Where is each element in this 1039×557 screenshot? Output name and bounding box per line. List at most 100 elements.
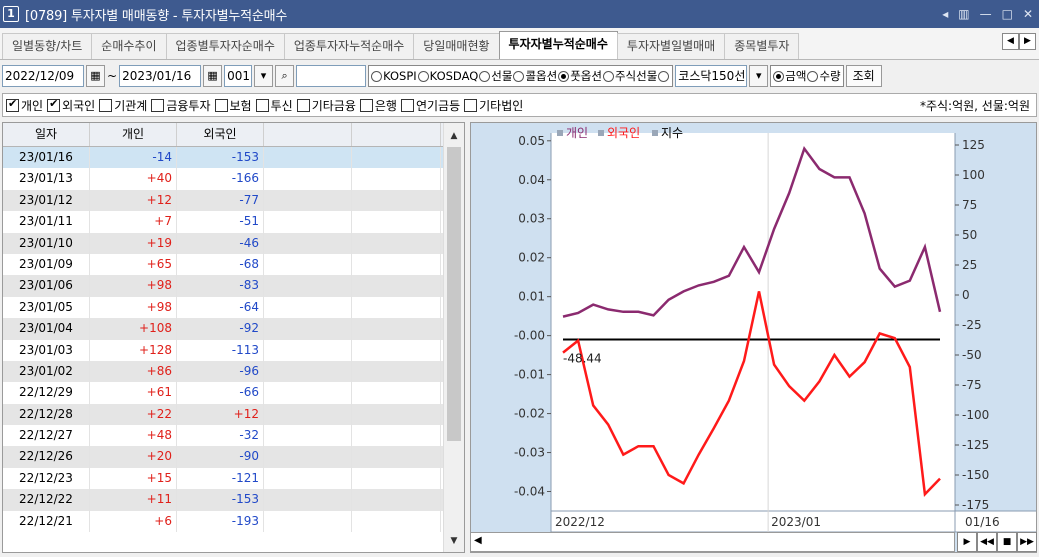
col-individual-header[interactable]: 개인 <box>90 123 177 146</box>
chart-scrollbar[interactable]: ◀ <box>470 532 955 552</box>
stop-icon[interactable]: ■ <box>997 532 1017 552</box>
table-row[interactable]: 22/12/22 +11 -153 <box>3 489 464 511</box>
cell-individual: +11 <box>90 489 177 511</box>
screen-icon[interactable]: ▥ <box>958 7 969 21</box>
table-row[interactable]: 23/01/02 +86 -96 <box>3 360 464 383</box>
table-row[interactable]: 22/12/29 +61 -66 <box>3 382 464 404</box>
radio-kosdaq[interactable]: KOSDAQ <box>417 69 478 83</box>
code-name-field[interactable] <box>296 65 367 87</box>
cell-empty <box>352 318 441 340</box>
play-icon[interactable]: ▶ <box>957 532 977 552</box>
radio-kospi[interactable]: KOSPI <box>371 69 417 83</box>
filter-financial-investment[interactable]: 금융투자 <box>151 97 211 114</box>
radio-other[interactable] <box>658 70 670 82</box>
table-row[interactable]: 22/12/21 +6 -193 <box>3 510 464 533</box>
tab-investor-daily[interactable]: 투자자별일별매매 <box>616 33 726 59</box>
tab-prev-icon[interactable]: ◀ <box>1002 33 1019 50</box>
cell-foreign: -96 <box>177 360 264 383</box>
table-row[interactable]: 22/12/26 +20 -90 <box>3 446 464 468</box>
right-tick-label: 50 <box>962 228 977 242</box>
end-date-input[interactable]: 2023/01/16 <box>119 65 202 87</box>
cell-empty <box>352 189 441 212</box>
fast-forward-icon[interactable]: ▶▶ <box>1017 532 1037 552</box>
cell-individual: +20 <box>90 446 177 468</box>
scroll-up-icon[interactable]: ▲ <box>444 127 464 145</box>
calendar-icon[interactable]: ▦ <box>203 65 223 87</box>
index-select[interactable]: 코스닥150선 <box>675 65 748 87</box>
cell-individual: +19 <box>90 232 177 254</box>
filter-individual[interactable]: 개인 <box>6 97 43 114</box>
maximize-icon[interactable]: □ <box>1002 7 1013 21</box>
filter-pension[interactable]: 연기금등 <box>400 97 460 114</box>
radio-stock-futures[interactable]: 주식선물 <box>602 68 657 84</box>
radio-call-option[interactable]: 콜옵션 <box>513 68 557 84</box>
cell-empty <box>264 446 352 468</box>
cell-foreign: -66 <box>177 382 264 404</box>
cell-empty <box>264 425 352 447</box>
code-input[interactable]: 001 <box>224 65 253 87</box>
scroll-thumb[interactable] <box>447 147 461 441</box>
radio-put-option[interactable]: 풋옵션 <box>558 68 602 84</box>
table-row[interactable]: 23/01/06 +98 -83 <box>3 275 464 297</box>
filter-other-finance[interactable]: 기타금융 <box>296 97 356 114</box>
tab-next-icon[interactable]: ▶ <box>1019 33 1036 50</box>
col-date-header[interactable]: 일자 <box>3 123 90 146</box>
cell-individual: +128 <box>90 339 177 361</box>
table-row[interactable]: 22/12/27 +48 -32 <box>3 425 464 447</box>
radio-amount[interactable]: 금액 <box>773 68 806 84</box>
radio-futures[interactable]: 선물 <box>479 68 512 84</box>
legend-label: 지수 <box>661 126 683 140</box>
table-header: 일자 개인 외국인 <box>3 123 464 147</box>
table-row[interactable]: 23/01/16 -14 -153 <box>3 147 464 169</box>
filter-other-corp[interactable]: 기타법인 <box>464 97 523 114</box>
legend-swatch <box>598 130 604 136</box>
filter-trust[interactable]: 투신 <box>255 97 293 114</box>
chevron-down-icon[interactable]: ▾ <box>749 65 769 87</box>
table-row[interactable]: 23/01/10 +19 -46 <box>3 232 464 254</box>
table-row[interactable]: 23/01/05 +98 -64 <box>3 296 464 319</box>
col-foreign-header[interactable]: 외국인 <box>177 123 264 146</box>
collapse-icon[interactable]: ◂ <box>942 7 948 21</box>
tab-daily-trend[interactable]: 일별동향/차트 <box>2 33 93 59</box>
right-tick-label: -125 <box>962 438 989 452</box>
close-icon[interactable]: ✕ <box>1023 7 1033 21</box>
cell-individual: +22 <box>90 403 177 426</box>
calendar-icon[interactable]: ▦ <box>86 65 105 87</box>
filter-foreign[interactable]: 외국인 <box>47 97 95 114</box>
tab-investor-cumulative[interactable]: 투자자별누적순매수 <box>498 31 618 59</box>
tab-stock-investor[interactable]: 종목별투자 <box>724 33 800 59</box>
table-row[interactable]: 23/01/03 +128 -113 <box>3 339 464 361</box>
col-empty-header <box>264 123 352 146</box>
cumulative-chart[interactable]: 0.05 0.04 0.03 0.02 0.01 -0.00 -0.01 -0.02 -0.03… <box>470 122 1037 553</box>
table-row[interactable]: 22/12/23 +15 -121 <box>3 467 464 490</box>
tab-net-buy-trend[interactable]: 순매수추이 <box>91 33 167 59</box>
table-row[interactable]: 23/01/09 +65 -68 <box>3 253 464 276</box>
minimize-icon[interactable]: — <box>980 7 992 21</box>
chevron-down-icon[interactable]: ▾ <box>254 65 274 87</box>
table-row[interactable]: 23/01/11 +7 -51 <box>3 211 464 233</box>
cell-empty <box>264 296 352 319</box>
tab-sector-cumulative[interactable]: 업종투자자누적순매수 <box>283 33 415 59</box>
cell-empty <box>352 147 441 169</box>
rewind-icon[interactable]: ◀◀ <box>977 532 997 552</box>
scroll-left-icon[interactable]: ◀ <box>474 535 482 546</box>
start-date-input[interactable]: 2022/12/09 <box>2 65 84 87</box>
scroll-down-icon[interactable]: ▼ <box>444 532 464 550</box>
radio-quantity[interactable]: 수량 <box>807 68 841 84</box>
filter-insurance[interactable]: 보험 <box>214 97 252 114</box>
cell-individual: +98 <box>90 296 177 319</box>
table-row[interactable]: 22/12/28 +22 +12 <box>3 403 464 426</box>
tab-sector-investor-net-buy[interactable]: 업종별투자자순매수 <box>165 33 285 59</box>
table-row[interactable]: 23/01/04 +108 -92 <box>3 318 464 340</box>
query-button[interactable]: 조회 <box>845 65 882 87</box>
cell-foreign: -153 <box>177 489 264 511</box>
table-row[interactable]: 23/01/13 +40 -166 <box>3 168 464 190</box>
left-tick-label: 0.02 <box>518 251 545 265</box>
table-scrollbar[interactable]: ▲ ▼ <box>443 123 464 552</box>
filter-institution[interactable]: 기관계 <box>99 97 147 114</box>
filter-bank[interactable]: 은행 <box>359 97 397 114</box>
tab-intraday-status[interactable]: 당일매매현황 <box>413 33 500 59</box>
table-row[interactable]: 23/01/12 +12 -77 <box>3 189 464 212</box>
search-icon[interactable]: ⌕ <box>275 65 295 87</box>
cell-empty <box>264 489 352 511</box>
